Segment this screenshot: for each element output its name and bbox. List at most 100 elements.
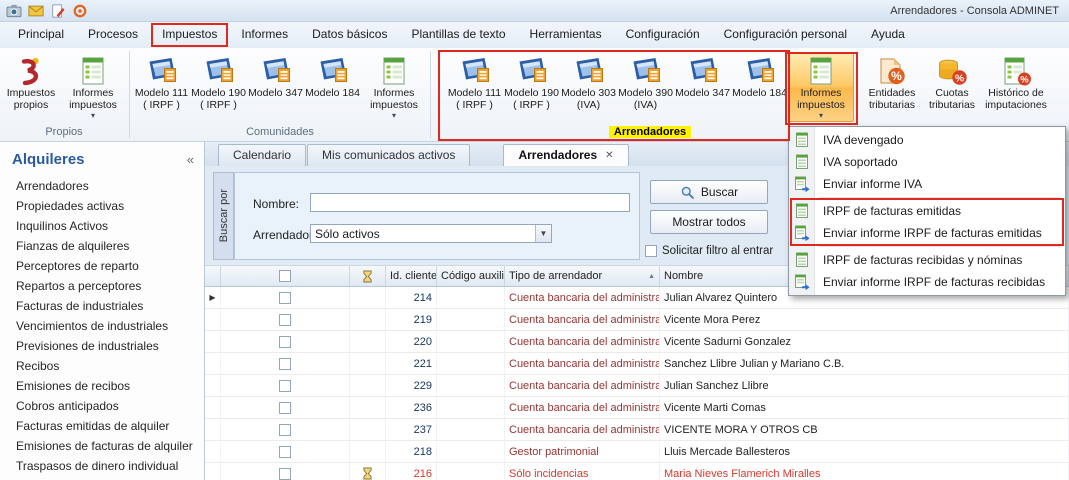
column-header-codigo-auxiliar[interactable]: Código auxiliar <box>437 266 505 286</box>
row-checkbox[interactable] <box>279 402 291 414</box>
ribbon-button-modelo-111-irpf[interactable]: Modelo 111 ( IRPF ) <box>446 52 503 114</box>
historico-icon: % <box>1000 55 1032 87</box>
row-status-cell <box>350 331 386 352</box>
sidebar-item-facturas-de-industriales[interactable]: Facturas de industriales <box>0 296 204 316</box>
row-checkbox[interactable] <box>279 336 291 348</box>
menu-configuracion[interactable]: Configuración <box>614 22 712 48</box>
table-row[interactable]: 237Cuenta bancaria del administradorVICE… <box>205 419 1069 441</box>
row-checkbox[interactable] <box>279 380 291 392</box>
menu-item-enviar-informe-irpf-de-facturas-recibidas[interactable]: Enviar informe IRPF de facturas recibida… <box>789 271 1065 293</box>
buscar-por-tab[interactable]: Buscar por <box>213 172 234 260</box>
ribbon-button-modelo-347[interactable]: Modelo 347 <box>674 52 731 101</box>
solicitar-filtro-label: Solicitar filtro al entrar <box>662 245 773 257</box>
buscar-button[interactable]: Buscar <box>650 180 768 204</box>
row-checkbox[interactable] <box>279 468 291 480</box>
ribbon-button-informes-impuestos[interactable]: Informes impuestos▾ <box>788 52 854 122</box>
tab-calendario[interactable]: Calendario <box>218 144 306 166</box>
status-column-header[interactable] <box>350 266 386 286</box>
menu-item-enviar-informe-iva[interactable]: Enviar informe IVA <box>789 173 1065 195</box>
nombre-input[interactable] <box>310 193 630 212</box>
row-checkbox[interactable] <box>279 446 291 458</box>
sidebar-item-arrendadores[interactable]: Arrendadores <box>0 176 204 196</box>
menu-item-irpf-de-facturas-recibidas-y-nominas[interactable]: IRPF de facturas recibidas y nóminas <box>789 249 1065 271</box>
table-row[interactable]: 218Gestor patrimonialLluis Mercade Balle… <box>205 441 1069 463</box>
close-tab-icon[interactable]: ✕ <box>605 151 613 161</box>
ribbon-button-modelo-184[interactable]: Modelo 184 <box>731 52 788 101</box>
ribbon-button-modelo-184[interactable]: Modelo 184 <box>304 52 361 101</box>
ribbon-button-impuestos-propios[interactable]: Impuestos propios <box>2 52 60 114</box>
mail-button[interactable] <box>27 3 45 19</box>
arrendadores-select[interactable]: Sólo activos ▼ <box>310 224 552 243</box>
modelo-icon <box>573 55 605 87</box>
sidebar-item-emisiones-de-recibos[interactable]: Emisiones de recibos <box>0 376 204 396</box>
sidebar-item-traspasos-de-dinero-individual[interactable]: Traspasos de dinero individual <box>0 456 204 476</box>
table-row[interactable]: 229Cuenta bancaria del administradorJuli… <box>205 375 1069 397</box>
chevron-down-icon[interactable]: ▼ <box>535 225 551 242</box>
menu-procesos[interactable]: Procesos <box>76 22 150 48</box>
ribbon-button-modelo-347[interactable]: Modelo 347 <box>247 52 304 101</box>
entidades-icon: % <box>876 55 908 87</box>
row-checkbox[interactable] <box>279 314 291 326</box>
sidebar-item-perceptores-de-reparto[interactable]: Perceptores de reparto <box>0 256 204 276</box>
ribbon-button-informes-impuestos[interactable]: Informes impuestos▾ <box>60 52 126 122</box>
record-button[interactable] <box>71 3 89 19</box>
sidebar-item-facturas-emitidas-de-alquiler[interactable]: Facturas emitidas de alquiler <box>0 416 204 436</box>
solicitar-filtro-row: Solicitar filtro al entrar <box>645 245 773 257</box>
tab-label: Calendario <box>233 145 291 166</box>
table-row[interactable]: 216Sólo incidenciasMaria Nieves Flameric… <box>205 463 1069 480</box>
column-header-tipo-arrendador[interactable]: Tipo de arrendador ▲ <box>505 266 660 286</box>
sidebar-item-fianzas-de-alquileres[interactable]: Fianzas de alquileres <box>0 236 204 256</box>
table-row[interactable]: 220Cuenta bancaria del administradorVice… <box>205 331 1069 353</box>
menu-informes[interactable]: Informes <box>229 22 300 48</box>
tab-label: Mis comunicados activos <box>322 145 455 166</box>
sidebar-item-inquilinos-activos[interactable]: Inquilinos Activos <box>0 216 204 236</box>
capture-button[interactable] <box>5 3 23 19</box>
menu-plantillas-de-texto[interactable]: Plantillas de texto <box>399 22 517 48</box>
ribbon-group-label: Comunidades <box>246 126 314 138</box>
mostrar-todos-button[interactable]: Mostrar todos <box>650 210 768 234</box>
ribbon-button-informes-impuestos[interactable]: Informes impuestos▾ <box>361 52 427 122</box>
sidebar-item-propiedades-activas[interactable]: Propiedades activas <box>0 196 204 216</box>
ribbon-button-modelo-303-iva[interactable]: Modelo 303 (IVA) <box>560 52 617 114</box>
table-row[interactable]: 236Cuenta bancaria del administradorVice… <box>205 397 1069 419</box>
sidebar-item-cobros-anticipados[interactable]: Cobros anticipados <box>0 396 204 416</box>
ribbon-button-modelo-111-irpf[interactable]: Modelo 111 ( IRPF ) <box>133 52 190 114</box>
sidebar-item-repartos-a-perceptores[interactable]: Repartos a perceptores <box>0 276 204 296</box>
row-checkbox[interactable] <box>279 424 291 436</box>
ribbon-button-cuotas-tributarias[interactable]: %Cuotas tributarias <box>923 52 981 114</box>
ribbon-button-modelo-190-irpf[interactable]: Modelo 190 ( IRPF ) <box>503 52 560 114</box>
row-checkbox[interactable] <box>279 292 291 304</box>
sidebar-item-previsiones-de-industriales[interactable]: Previsiones de industriales <box>0 336 204 356</box>
sidebar-item-vencimientos-de-industriales[interactable]: Vencimientos de industriales <box>0 316 204 336</box>
tab-mis-comunicados-activos[interactable]: Mis comunicados activos <box>307 144 470 166</box>
menu-ayuda[interactable]: Ayuda <box>859 22 917 48</box>
table-row[interactable]: 219Cuenta bancaria del administradorVice… <box>205 309 1069 331</box>
menu-item-iva-devengado[interactable]: IVA devengado <box>789 129 1065 151</box>
chevron-down-icon: ▾ <box>91 112 95 120</box>
collapse-sidebar-button[interactable]: « <box>187 152 194 167</box>
select-all-column-header[interactable] <box>221 266 350 286</box>
menu-item-iva-soportado[interactable]: IVA soportado <box>789 151 1065 173</box>
menu-principal[interactable]: Principal <box>6 22 76 48</box>
menu-configuracion-personal[interactable]: Configuración personal <box>712 22 859 48</box>
sidebar-item-emisiones-de-facturas-de-alquiler[interactable]: Emisiones de facturas de alquiler <box>0 436 204 456</box>
ribbon-button-modelo-190-irpf[interactable]: Modelo 190 ( IRPF ) <box>190 52 247 114</box>
tab-arrendadores[interactable]: Arrendadores✕ <box>503 144 628 166</box>
ribbon-button-historico-de-imputaciones[interactable]: %Histórico de imputaciones <box>981 52 1051 114</box>
solicitar-filtro-checkbox[interactable] <box>645 245 657 257</box>
menu-item-enviar-informe-irpf-de-facturas-emitidas[interactable]: Enviar informe IRPF de facturas emitidas <box>789 222 1065 244</box>
ribbon-button-modelo-390-iva[interactable]: Modelo 390 (IVA) <box>617 52 674 114</box>
sidebar-item-recibos[interactable]: Recibos <box>0 356 204 376</box>
edit-note-button[interactable] <box>49 3 67 19</box>
search-fields-group: Nombre: Arrendadores: Sólo activos ▼ <box>234 172 640 260</box>
select-all-checkbox[interactable] <box>279 270 291 282</box>
ribbon-button-entidades-tributarias[interactable]: %Entidades tributarias <box>861 52 923 114</box>
menu-impuestos[interactable]: Impuestos <box>150 22 229 48</box>
menu-item-irpf-de-facturas-emitidas[interactable]: IRPF de facturas emitidas <box>789 200 1065 222</box>
table-row[interactable]: 221Cuenta bancaria del administradorSanc… <box>205 353 1069 375</box>
menu-datos-basicos[interactable]: Datos básicos <box>300 22 399 48</box>
menu-herramientas[interactable]: Herramientas <box>518 22 614 48</box>
cell-id-cliente: 219 <box>386 309 437 330</box>
column-header-id-cliente[interactable]: Id. cliente <box>386 266 437 286</box>
row-checkbox[interactable] <box>279 358 291 370</box>
